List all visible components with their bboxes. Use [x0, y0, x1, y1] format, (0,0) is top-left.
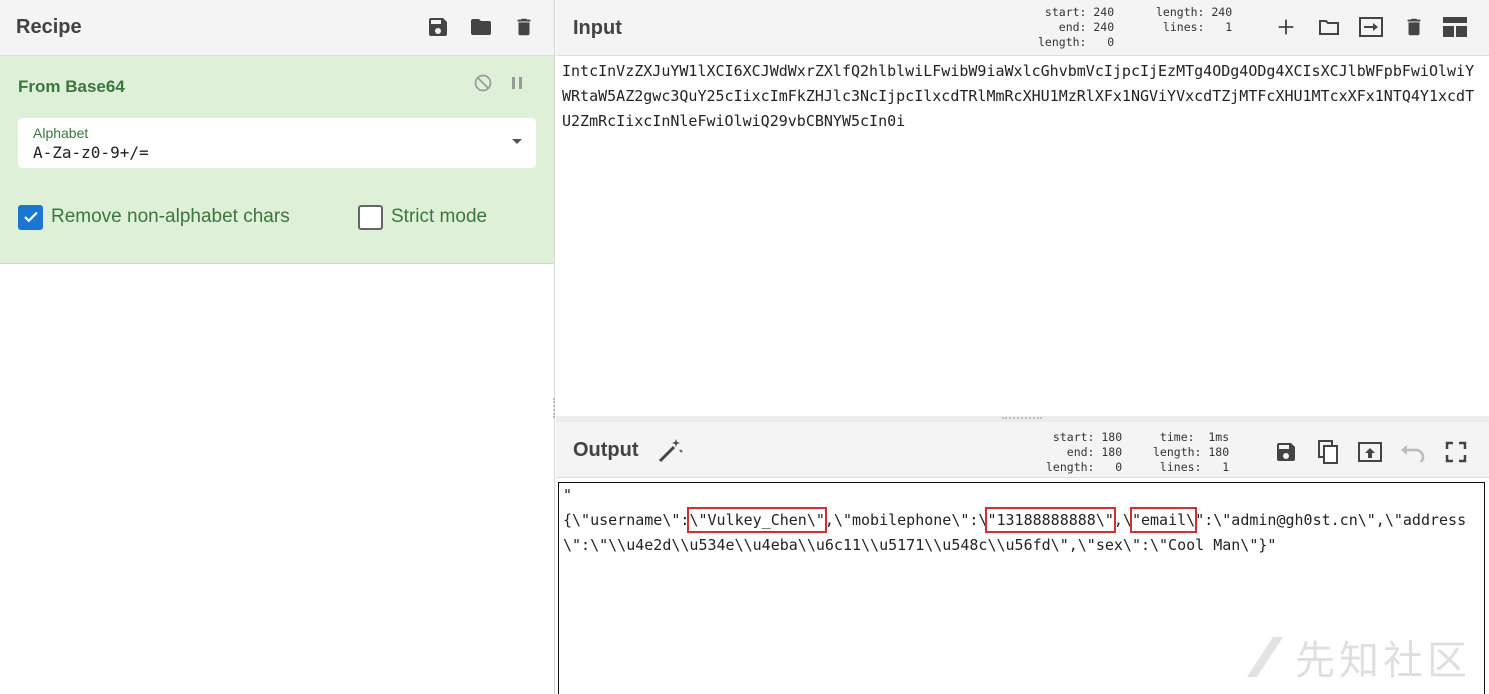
input-textarea[interactable]: IntcInVzZXJuYW1lXCI6XCJWdWxrZXlfQ2hlblwi…: [558, 59, 1485, 416]
input-stats-length: length: 240 lines: 1: [1156, 5, 1233, 34]
output-stats-selection: start: 180 end: 180 length: 0: [1046, 430, 1123, 474]
save-output-icon[interactable]: [1271, 437, 1301, 467]
layout-icon[interactable]: [1440, 12, 1470, 42]
output-segment: ,\: [1113, 511, 1132, 529]
clear-input-icon[interactable]: [1399, 12, 1429, 42]
output-header: Output start: 180 end: 180 length: 0 tim…: [556, 422, 1489, 478]
output-segment: ,\"mobilephone\":\: [824, 511, 988, 529]
recipe-header: Recipe: [0, 0, 554, 56]
output-text: " {\"username\":\"Vulkey_Chen\",\"mobile…: [563, 483, 1480, 558]
watermark: 先知社区: [1243, 628, 1471, 686]
watermark-logo-icon: [1247, 637, 1283, 677]
undo-icon[interactable]: [1398, 437, 1428, 467]
output-title: Output: [573, 439, 639, 461]
highlight-mobilephone: "13188888888\": [985, 507, 1116, 533]
output-segment: {\"username\":: [563, 511, 690, 529]
recipe-panel: Recipe From Base64 Alphabet A-Za-z0-9+/=: [0, 0, 555, 694]
save-icon[interactable]: [424, 13, 452, 41]
alphabet-label: Alphabet: [33, 125, 89, 141]
alphabet-select[interactable]: Alphabet A-Za-z0-9+/=: [18, 118, 536, 168]
magic-wand-icon[interactable]: [656, 437, 684, 470]
remove-non-alphabet-checkbox[interactable]: Remove non-alphabet chars: [18, 204, 290, 230]
watermark-text: 先知社区: [1295, 639, 1471, 683]
operation-from-base64[interactable]: From Base64 Alphabet A-Za-z0-9+/= Remove…: [0, 56, 554, 264]
trash-icon[interactable]: [510, 13, 538, 41]
input-panel: Input start: 240 end: 240 length: 0 leng…: [556, 0, 1489, 416]
operation-title: From Base64: [18, 77, 125, 96]
maximize-icon[interactable]: [1441, 437, 1471, 467]
pause-icon[interactable]: [506, 72, 528, 94]
replace-input-icon[interactable]: [1355, 437, 1385, 467]
checkbox-unchecked-icon[interactable]: [358, 204, 383, 230]
open-folder-icon[interactable]: [1314, 12, 1344, 42]
recipe-title: Recipe: [16, 16, 82, 38]
checkbox-checked-icon[interactable]: [18, 204, 43, 230]
import-file-icon[interactable]: [1356, 12, 1386, 42]
strict-mode-checkbox[interactable]: Strict mode: [358, 204, 487, 230]
chevron-down-icon: [512, 139, 522, 144]
add-icon[interactable]: [1271, 12, 1301, 42]
output-stats-length: time: 1ms length: 180 lines: 1: [1153, 430, 1230, 474]
folder-icon[interactable]: [467, 13, 495, 41]
alphabet-value: A-Za-z0-9+/=: [33, 143, 149, 162]
input-stats-selection: start: 240 end: 240 length: 0: [1038, 5, 1115, 49]
strict-mode-label: Strict mode: [391, 206, 488, 227]
copy-icon[interactable]: [1313, 437, 1343, 467]
input-header: Input start: 240 end: 240 length: 0 leng…: [556, 0, 1489, 56]
highlight-username: \"Vulkey_Chen\": [687, 507, 827, 533]
remove-non-alphabet-label: Remove non-alphabet chars: [51, 206, 290, 227]
highlight-email: "email\: [1129, 507, 1198, 533]
input-title: Input: [573, 17, 622, 39]
grip-dots: [1002, 417, 1042, 420]
output-line-quote: ": [563, 486, 573, 504]
disable-icon[interactable]: [472, 72, 494, 94]
